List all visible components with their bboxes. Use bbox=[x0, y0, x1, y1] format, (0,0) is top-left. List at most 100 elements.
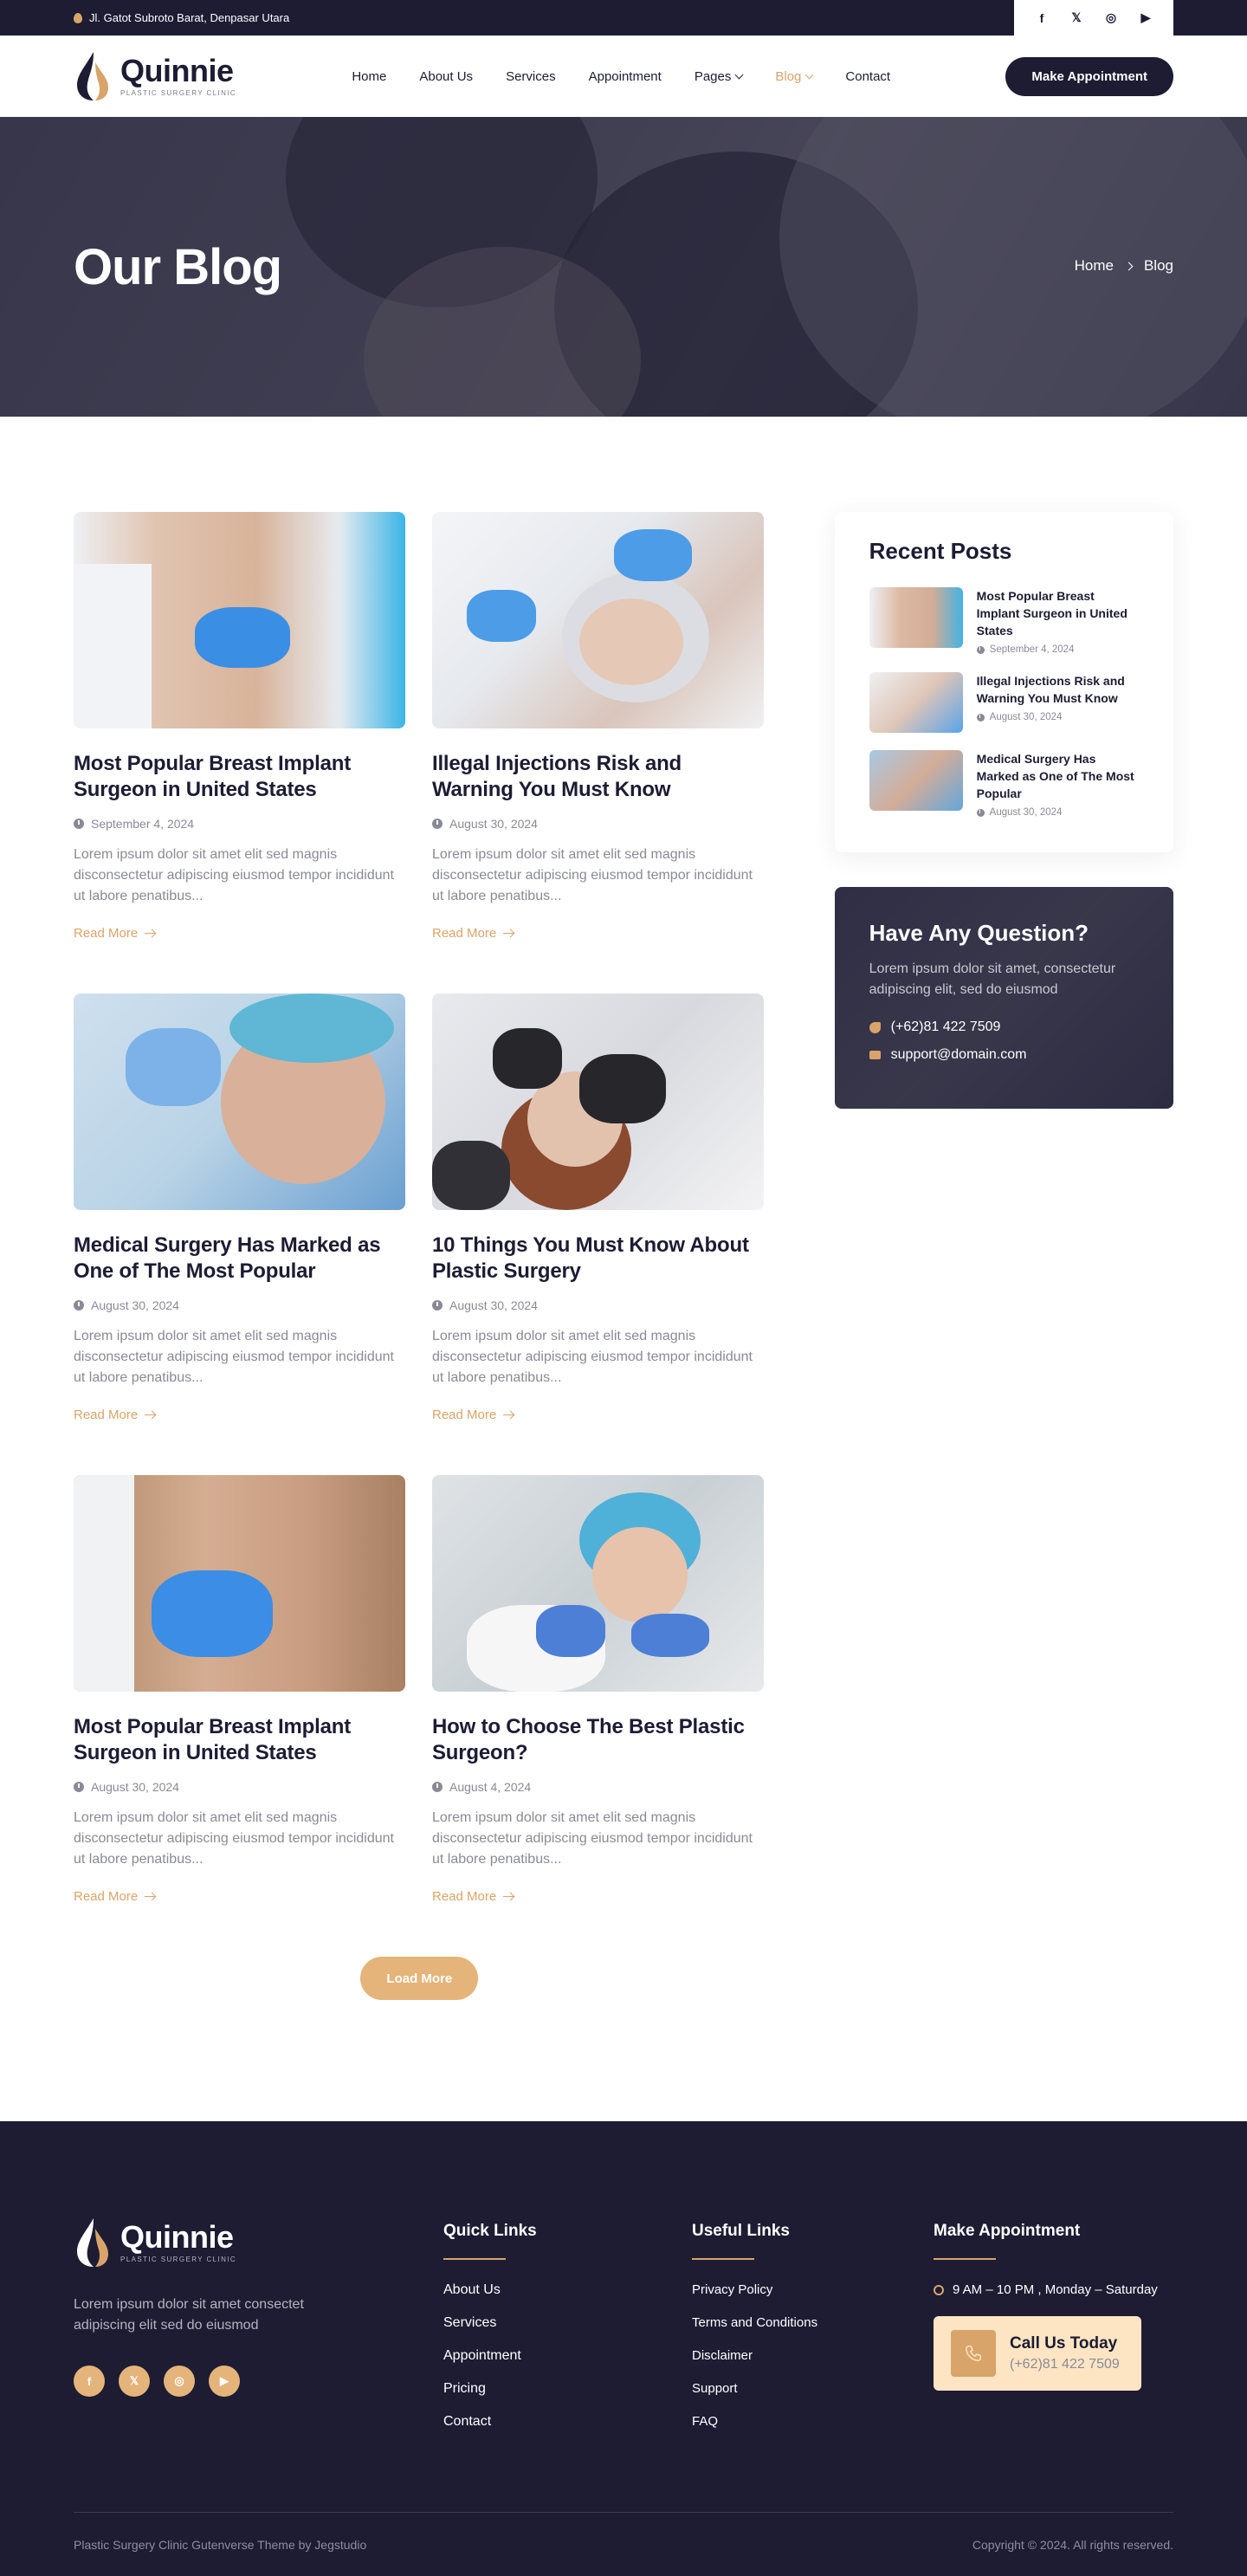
page-hero: Our Blog Home Blog bbox=[0, 117, 1247, 417]
nav-blog[interactable]: Blog bbox=[775, 69, 814, 84]
nav-about[interactable]: About Us bbox=[419, 69, 473, 84]
post-title[interactable]: Illegal Injections Risk and Warning You … bbox=[432, 751, 764, 803]
post-image[interactable] bbox=[74, 994, 405, 1210]
post-excerpt: Lorem ipsum dolor sit amet elit sed magn… bbox=[432, 847, 753, 903]
footer-description: Lorem ipsum dolor sit amet consectet adi… bbox=[74, 2297, 304, 2333]
breadcrumb-home[interactable]: Home bbox=[1075, 257, 1114, 275]
post-excerpt: Lorem ipsum dolor sit amet elit sed magn… bbox=[74, 847, 394, 903]
read-more-label: Read More bbox=[74, 1889, 139, 1904]
top-bar: Jl. Gatot Subroto Barat, Denpasar Utara … bbox=[0, 0, 1247, 36]
make-appointment-button[interactable]: Make Appointment bbox=[1005, 56, 1173, 96]
post-image[interactable] bbox=[432, 994, 764, 1210]
post-date: August 30, 2024 bbox=[449, 1298, 538, 1312]
post-image[interactable] bbox=[74, 1475, 405, 1692]
footer-link-faq[interactable]: FAQ bbox=[692, 2414, 934, 2429]
post-excerpt: Lorem ipsum dolor sit amet elit sed magn… bbox=[432, 1329, 753, 1385]
footer-link-privacy[interactable]: Privacy Policy bbox=[692, 2282, 934, 2297]
clock-icon bbox=[74, 1300, 84, 1311]
clock-icon bbox=[976, 808, 985, 817]
site-footer: Quinnie PLASTIC SURGERY CLINIC Lorem ips… bbox=[0, 2121, 1247, 2576]
recent-post-item[interactable]: Illegal Injections Risk and Warning You … bbox=[869, 672, 1139, 733]
nav-pages[interactable]: Pages bbox=[694, 68, 744, 84]
footer-quick-links: Quick Links About Us Services Appointmen… bbox=[443, 2217, 692, 2447]
clock-icon bbox=[934, 2284, 944, 2295]
footer-link-disclaimer[interactable]: Disclaimer bbox=[692, 2348, 934, 2363]
footer-social-links: f 𝕏 ◎ ▶ bbox=[74, 2366, 443, 2397]
call-us-phone: (+62)81 422 7509 bbox=[1010, 2357, 1120, 2372]
email-text: support@domain.com bbox=[890, 1047, 1027, 1062]
nav-services[interactable]: Services bbox=[506, 69, 556, 84]
recent-post-title[interactable]: Medical Surgery Has Marked as One of The… bbox=[977, 750, 1139, 802]
post-image[interactable] bbox=[74, 512, 405, 728]
nav-pages-label: Pages bbox=[694, 68, 732, 84]
recent-post-item[interactable]: Most Popular Breast Implant Surgeon in U… bbox=[869, 587, 1139, 655]
post-title[interactable]: Most Popular Breast Implant Surgeon in U… bbox=[74, 751, 405, 803]
arrow-right-icon bbox=[145, 932, 156, 935]
theme-credit[interactable]: Plastic Surgery Clinic Gutenverse Theme … bbox=[74, 2538, 366, 2552]
footer-logo[interactable]: Quinnie PLASTIC SURGERY CLINIC bbox=[74, 2217, 443, 2269]
footer-link-pricing[interactable]: Pricing bbox=[443, 2381, 692, 2397]
make-appointment-title: Make Appointment bbox=[934, 2222, 1081, 2240]
instagram-icon[interactable]: ◎ bbox=[1103, 10, 1119, 25]
footer-link-terms[interactable]: Terms and Conditions bbox=[692, 2315, 934, 2330]
post-title[interactable]: How to Choose The Best Plastic Surgeon? bbox=[432, 1714, 764, 1766]
nav-contact[interactable]: Contact bbox=[845, 69, 890, 84]
read-more-link[interactable]: Read More bbox=[74, 926, 156, 941]
nav-appointment[interactable]: Appointment bbox=[589, 69, 662, 84]
arrow-right-icon bbox=[503, 932, 514, 935]
footer-link-about[interactable]: About Us bbox=[443, 2282, 692, 2298]
email-row[interactable]: support@domain.com bbox=[869, 1047, 1139, 1063]
clock-icon bbox=[74, 819, 84, 829]
post-image[interactable] bbox=[432, 512, 764, 728]
post-excerpt: Lorem ipsum dolor sit amet elit sed magn… bbox=[432, 1810, 753, 1867]
phone-row[interactable]: (+62)81 422 7509 bbox=[869, 1019, 1139, 1035]
address-text: Jl. Gatot Subroto Barat, Denpasar Utara bbox=[89, 11, 290, 24]
recent-post-thumb[interactable] bbox=[869, 587, 963, 648]
load-more-button[interactable]: Load More bbox=[360, 1957, 479, 2000]
call-us-box[interactable]: Call Us Today (+62)81 422 7509 bbox=[934, 2316, 1141, 2391]
post-title[interactable]: Most Popular Breast Implant Surgeon in U… bbox=[74, 1714, 405, 1766]
read-more-link[interactable]: Read More bbox=[74, 1889, 156, 1904]
blog-card: How to Choose The Best Plastic Surgeon? … bbox=[432, 1475, 764, 1905]
footer-link-contact[interactable]: Contact bbox=[443, 2414, 692, 2430]
footer-link-appointment[interactable]: Appointment bbox=[443, 2348, 692, 2364]
recent-post-thumb[interactable] bbox=[869, 750, 963, 811]
recent-post-title[interactable]: Most Popular Breast Implant Surgeon in U… bbox=[977, 587, 1139, 639]
post-date: August 4, 2024 bbox=[449, 1780, 532, 1794]
footer-link-support[interactable]: Support bbox=[692, 2381, 934, 2396]
youtube-icon[interactable]: ▶ bbox=[209, 2366, 240, 2397]
instagram-icon[interactable]: ◎ bbox=[164, 2366, 195, 2397]
envelope-icon bbox=[869, 1051, 881, 1059]
x-icon[interactable]: 𝕏 bbox=[119, 2366, 150, 2397]
logo[interactable]: Quinnie PLASTIC SURGERY CLINIC bbox=[74, 50, 236, 102]
read-more-label: Read More bbox=[74, 926, 139, 941]
facebook-icon[interactable]: f bbox=[1034, 11, 1050, 25]
post-title[interactable]: Medical Surgery Has Marked as One of The… bbox=[74, 1233, 405, 1285]
read-more-link[interactable]: Read More bbox=[432, 926, 514, 941]
read-more-label: Read More bbox=[432, 926, 497, 941]
main-nav: Home About Us Services Appointment Pages… bbox=[352, 69, 890, 84]
post-title[interactable]: 10 Things You Must Know About Plastic Su… bbox=[432, 1233, 764, 1285]
address: Jl. Gatot Subroto Barat, Denpasar Utara bbox=[74, 11, 289, 24]
phone-icon bbox=[869, 1021, 881, 1033]
recent-posts-widget: Recent Posts Most Popular Breast Implant… bbox=[834, 512, 1173, 852]
nav-home[interactable]: Home bbox=[352, 69, 386, 84]
youtube-icon[interactable]: ▶ bbox=[1138, 10, 1153, 25]
recent-post-item[interactable]: Medical Surgery Has Marked as One of The… bbox=[869, 750, 1139, 818]
recent-post-title[interactable]: Illegal Injections Risk and Warning You … bbox=[977, 672, 1139, 707]
breadcrumb: Home Blog bbox=[1075, 257, 1173, 275]
recent-post-thumb[interactable] bbox=[869, 672, 963, 733]
footer-link-services[interactable]: Services bbox=[443, 2315, 692, 2331]
arrow-right-icon bbox=[503, 1414, 514, 1416]
post-image[interactable] bbox=[432, 1475, 764, 1692]
read-more-label: Read More bbox=[432, 1889, 497, 1904]
post-date: August 30, 2024 bbox=[449, 817, 538, 831]
x-icon[interactable]: 𝕏 bbox=[1069, 10, 1084, 25]
footer-logo-name: Quinnie bbox=[120, 2219, 234, 2255]
read-more-link[interactable]: Read More bbox=[74, 1408, 156, 1422]
blog-posts: Most Popular Breast Implant Surgeon in U… bbox=[74, 512, 766, 2000]
facebook-icon[interactable]: f bbox=[74, 2366, 105, 2397]
read-more-link[interactable]: Read More bbox=[432, 1889, 514, 1904]
read-more-link[interactable]: Read More bbox=[432, 1408, 514, 1422]
logo-tagline: PLASTIC SURGERY CLINIC bbox=[120, 89, 237, 97]
